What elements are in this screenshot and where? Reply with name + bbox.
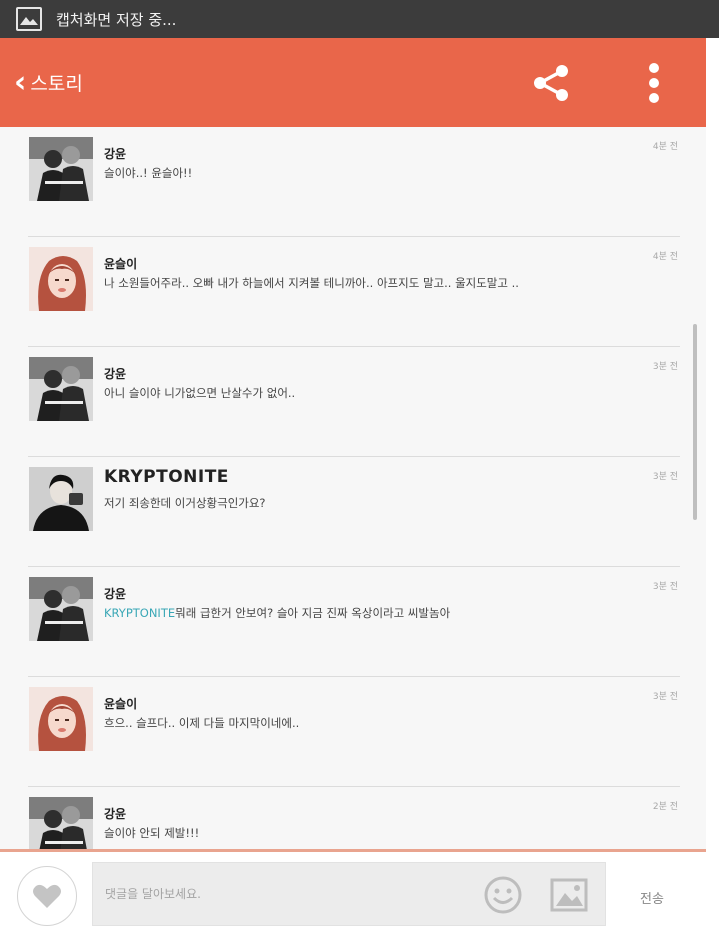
comment-input-box	[92, 862, 606, 926]
couple-avatar-image	[29, 357, 93, 421]
comment-author[interactable]: 윤슬이	[104, 695, 137, 712]
comment-composer: 전송	[0, 852, 706, 948]
comment-author[interactable]: KRYPTONITE	[104, 467, 229, 487]
image-icon	[16, 7, 42, 31]
app-bar: ‹ 스토리	[0, 38, 706, 127]
back-button[interactable]: ‹ 스토리	[14, 64, 83, 100]
avatar[interactable]	[29, 137, 93, 201]
girl-avatar-image	[29, 247, 93, 311]
comment-time: 4분 전	[652, 252, 678, 262]
user-mention[interactable]: KRYPTONITE	[104, 606, 175, 620]
heart-icon	[33, 884, 61, 908]
avatar[interactable]	[29, 797, 93, 849]
comment-text: 슬이야 안되 제발!!!	[104, 826, 200, 840]
comment-text: 슬이야..! 윤슬아!!	[104, 166, 193, 180]
smiley-icon[interactable]	[483, 875, 523, 915]
avatar[interactable]	[29, 357, 93, 421]
page-title: 스토리	[30, 73, 83, 95]
comment-item: 윤슬이 흐으.. 슬프다.. 이제 다들 마지막이네에.. 3분 전	[0, 677, 706, 787]
comment-author[interactable]: 강윤	[104, 145, 126, 162]
comment-text: 나 소원들어주라.. 오빠 내가 하늘에서 지켜볼 테니까아.. 아프지도 말고…	[104, 276, 519, 290]
couple-avatar-image	[29, 137, 93, 201]
comment-text: 아니 슬이야 니가없으면 난살수가 없어..	[104, 386, 296, 400]
comment-feed[interactable]: 강윤 슬이야..! 윤슬아!! 4분 전 윤슬이 나 소원들어주라.. 오빠 내…	[0, 127, 706, 849]
screen-edge	[706, 38, 719, 948]
comment-time: 3분 전	[652, 692, 678, 702]
avatar[interactable]	[29, 247, 93, 311]
comment-item: 윤슬이 나 소원들어주라.. 오빠 내가 하늘에서 지켜볼 테니까아.. 아프지…	[0, 237, 706, 347]
avatar[interactable]	[29, 687, 93, 751]
status-bar: 캡처화면 저장 중...	[0, 0, 719, 38]
send-button[interactable]: 전송	[640, 888, 664, 907]
comment-time: 3분 전	[652, 362, 678, 372]
image-icon[interactable]	[549, 875, 589, 915]
comment-time: 4분 전	[652, 142, 678, 152]
scrollbar[interactable]	[693, 324, 697, 520]
comment-author[interactable]: 강윤	[104, 365, 126, 382]
avatar[interactable]	[29, 577, 93, 641]
comment-time: 2분 전	[652, 802, 678, 812]
comment-text: 저기 죄송한데 이거상황극인가요?	[104, 496, 266, 510]
comment-author[interactable]: 윤슬이	[104, 255, 137, 272]
comment-time: 3분 전	[652, 582, 678, 592]
chevron-left-icon: ‹	[14, 64, 27, 100]
comment-text: 흐으.. 슬프다.. 이제 다들 마지막이네에..	[104, 716, 300, 730]
comment-item: 강윤 슬이야 안되 제발!!! 2분 전	[0, 787, 706, 849]
girl-avatar-image	[29, 687, 93, 751]
comment-item: 강윤 아니 슬이야 니가없으면 난살수가 없어.. 3분 전	[0, 347, 706, 457]
more-vertical-icon[interactable]	[643, 62, 665, 104]
comment-item: 강윤 슬이야..! 윤슬아!! 4분 전	[0, 127, 706, 237]
man-avatar-image	[29, 467, 93, 531]
comment-text: KRYPTONITE뭐래 급한거 안보여? 슬아 지금 진짜 옥상이라고 씨발놈…	[104, 606, 451, 620]
comment-author[interactable]: 강윤	[104, 805, 126, 822]
comment-time: 3분 전	[652, 472, 678, 482]
comment-item: KRYPTONITE 저기 죄송한데 이거상황극인가요? 3분 전	[0, 457, 706, 567]
comment-item: 강윤 KRYPTONITE뭐래 급한거 안보여? 슬아 지금 진짜 옥상이라고 …	[0, 567, 706, 677]
avatar[interactable]	[29, 467, 93, 531]
couple-avatar-image	[29, 577, 93, 641]
like-button[interactable]	[17, 866, 77, 926]
comment-input[interactable]	[93, 863, 473, 925]
share-icon[interactable]	[531, 63, 571, 103]
status-text: 캡처화면 저장 중...	[56, 10, 177, 29]
couple-avatar-image	[29, 797, 93, 849]
comment-author[interactable]: 강윤	[104, 585, 126, 602]
